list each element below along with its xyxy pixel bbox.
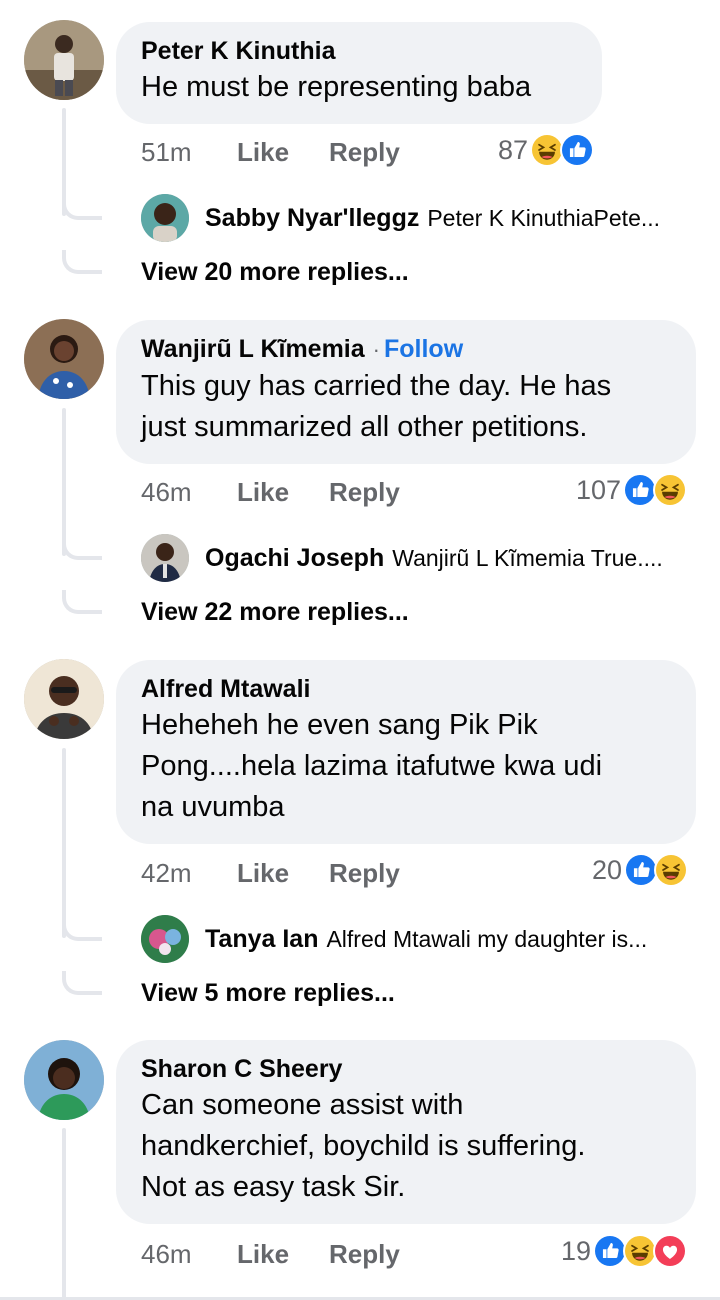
thread-line: [62, 748, 66, 938]
comment-meta: 51m Like Reply: [141, 132, 701, 172]
reply-button[interactable]: Reply: [329, 472, 400, 512]
comment-author[interactable]: Peter K Kinuthia: [141, 35, 576, 67]
view-more-replies[interactable]: View 22 more replies...: [141, 598, 409, 627]
reply-button[interactable]: Reply: [329, 1234, 400, 1274]
thread-branch: [62, 196, 102, 220]
reply-snippet: Wanjirũ L Kĩmemia True....: [392, 544, 663, 571]
reply-snippet: Alfred Mtawali my daughter is...: [326, 925, 648, 952]
reaction-count: 107: [576, 475, 622, 505]
thread-branch: [62, 590, 102, 614]
avatar[interactable]: [24, 20, 104, 100]
thread-branch: [62, 971, 102, 995]
haha-icon: [623, 1234, 658, 1268]
haha-icon: [530, 133, 565, 167]
like-icon: [593, 1234, 628, 1268]
comment-bubble[interactable]: Peter K Kinuthia He must be representing…: [116, 22, 602, 124]
reaction-summary[interactable]: 20: [592, 850, 689, 890]
thread-branch: [62, 536, 102, 560]
haha-icon: [654, 853, 689, 887]
comment-text-line: just summarized all other petitions.: [141, 411, 588, 443]
haha-icon: [653, 473, 688, 507]
reaction-count: 87: [498, 135, 529, 165]
comment-text-line: na uvumba: [141, 791, 285, 823]
avatar[interactable]: [24, 1040, 104, 1120]
thread-branch: [62, 250, 102, 274]
follow-button[interactable]: Follow: [384, 335, 463, 363]
thread-line: [62, 1128, 66, 1300]
timestamp[interactable]: 46m: [141, 472, 192, 512]
reply-button[interactable]: Reply: [329, 853, 400, 893]
timestamp[interactable]: 51m: [141, 132, 192, 172]
like-icon: [623, 473, 658, 507]
like-icon: [624, 853, 659, 887]
avatar[interactable]: [24, 659, 104, 739]
view-more-replies[interactable]: View 20 more replies...: [141, 258, 409, 287]
thread-branch: [62, 917, 102, 941]
like-button[interactable]: Like: [237, 853, 289, 893]
comment-bubble[interactable]: Wanjirũ L Kĩmemia · Follow This guy has ca…: [116, 320, 696, 464]
avatar[interactable]: [24, 319, 104, 399]
comment-author[interactable]: Wanjirũ L Kĩmemia: [141, 335, 365, 363]
comment-text-line: Can someone assist with: [141, 1089, 464, 1121]
reply-preview[interactable]: Ogachi Joseph Wanjirũ L Kĩmemia True....: [141, 533, 701, 583]
like-button[interactable]: Like: [237, 132, 289, 172]
reaction-summary[interactable]: 107: [576, 470, 688, 510]
comment-text-line: This guy has carried the day. He has: [141, 370, 612, 402]
avatar[interactable]: [141, 194, 189, 242]
avatar[interactable]: [141, 534, 189, 582]
reply-preview[interactable]: Sabby Nyar'lleggz Peter K KinuthiaPete..…: [141, 193, 701, 243]
reaction-count: 20: [592, 855, 623, 885]
love-icon: [653, 1234, 688, 1268]
reply-author[interactable]: Sabby Nyar'lleggz: [205, 204, 419, 233]
reply-snippet: Peter K KinuthiaPete...: [427, 204, 661, 231]
comment-text-line: Not as easy task Sir.: [141, 1171, 406, 1203]
reaction-summary[interactable]: 19: [561, 1231, 688, 1271]
avatar[interactable]: [141, 915, 189, 963]
reply-author[interactable]: Ogachi Joseph: [205, 544, 384, 573]
view-more-replies[interactable]: View 5 more replies...: [141, 979, 395, 1008]
comment-text-line: Pong....hela lazima itafutwe kwa udi: [141, 750, 603, 782]
like-button[interactable]: Like: [237, 472, 289, 512]
comment-author[interactable]: Alfred Mtawali: [141, 673, 670, 705]
reply-author[interactable]: Tanya Ian: [205, 925, 318, 954]
comment-bubble[interactable]: Alfred Mtawali Heheheh he even sang Pik …: [116, 660, 696, 844]
thread-line: [62, 408, 66, 556]
comment-text-line: Heheheh he even sang Pik Pik: [141, 709, 538, 741]
like-button[interactable]: Like: [237, 1234, 289, 1274]
comment-text-line: handkerchief, boychild is suffering.: [141, 1130, 586, 1162]
reply-preview[interactable]: Tanya Ian Alfred Mtawali my daughter is.…: [141, 914, 701, 964]
reaction-summary[interactable]: 87: [498, 130, 595, 170]
separator-dot: ·: [372, 337, 380, 362]
comment-text-line: He must be representing baba: [141, 71, 532, 103]
comment-author-row: Wanjirũ L Kĩmemia · Follow: [141, 333, 670, 366]
timestamp[interactable]: 46m: [141, 1234, 192, 1274]
comment-bubble[interactable]: Sharon C Sheery Can someone assist with …: [116, 1040, 696, 1224]
comment-author[interactable]: Sharon C Sheery: [141, 1053, 670, 1085]
like-icon: [560, 133, 595, 167]
timestamp[interactable]: 42m: [141, 853, 192, 893]
reaction-count: 19: [561, 1236, 592, 1266]
reply-button[interactable]: Reply: [329, 132, 400, 172]
